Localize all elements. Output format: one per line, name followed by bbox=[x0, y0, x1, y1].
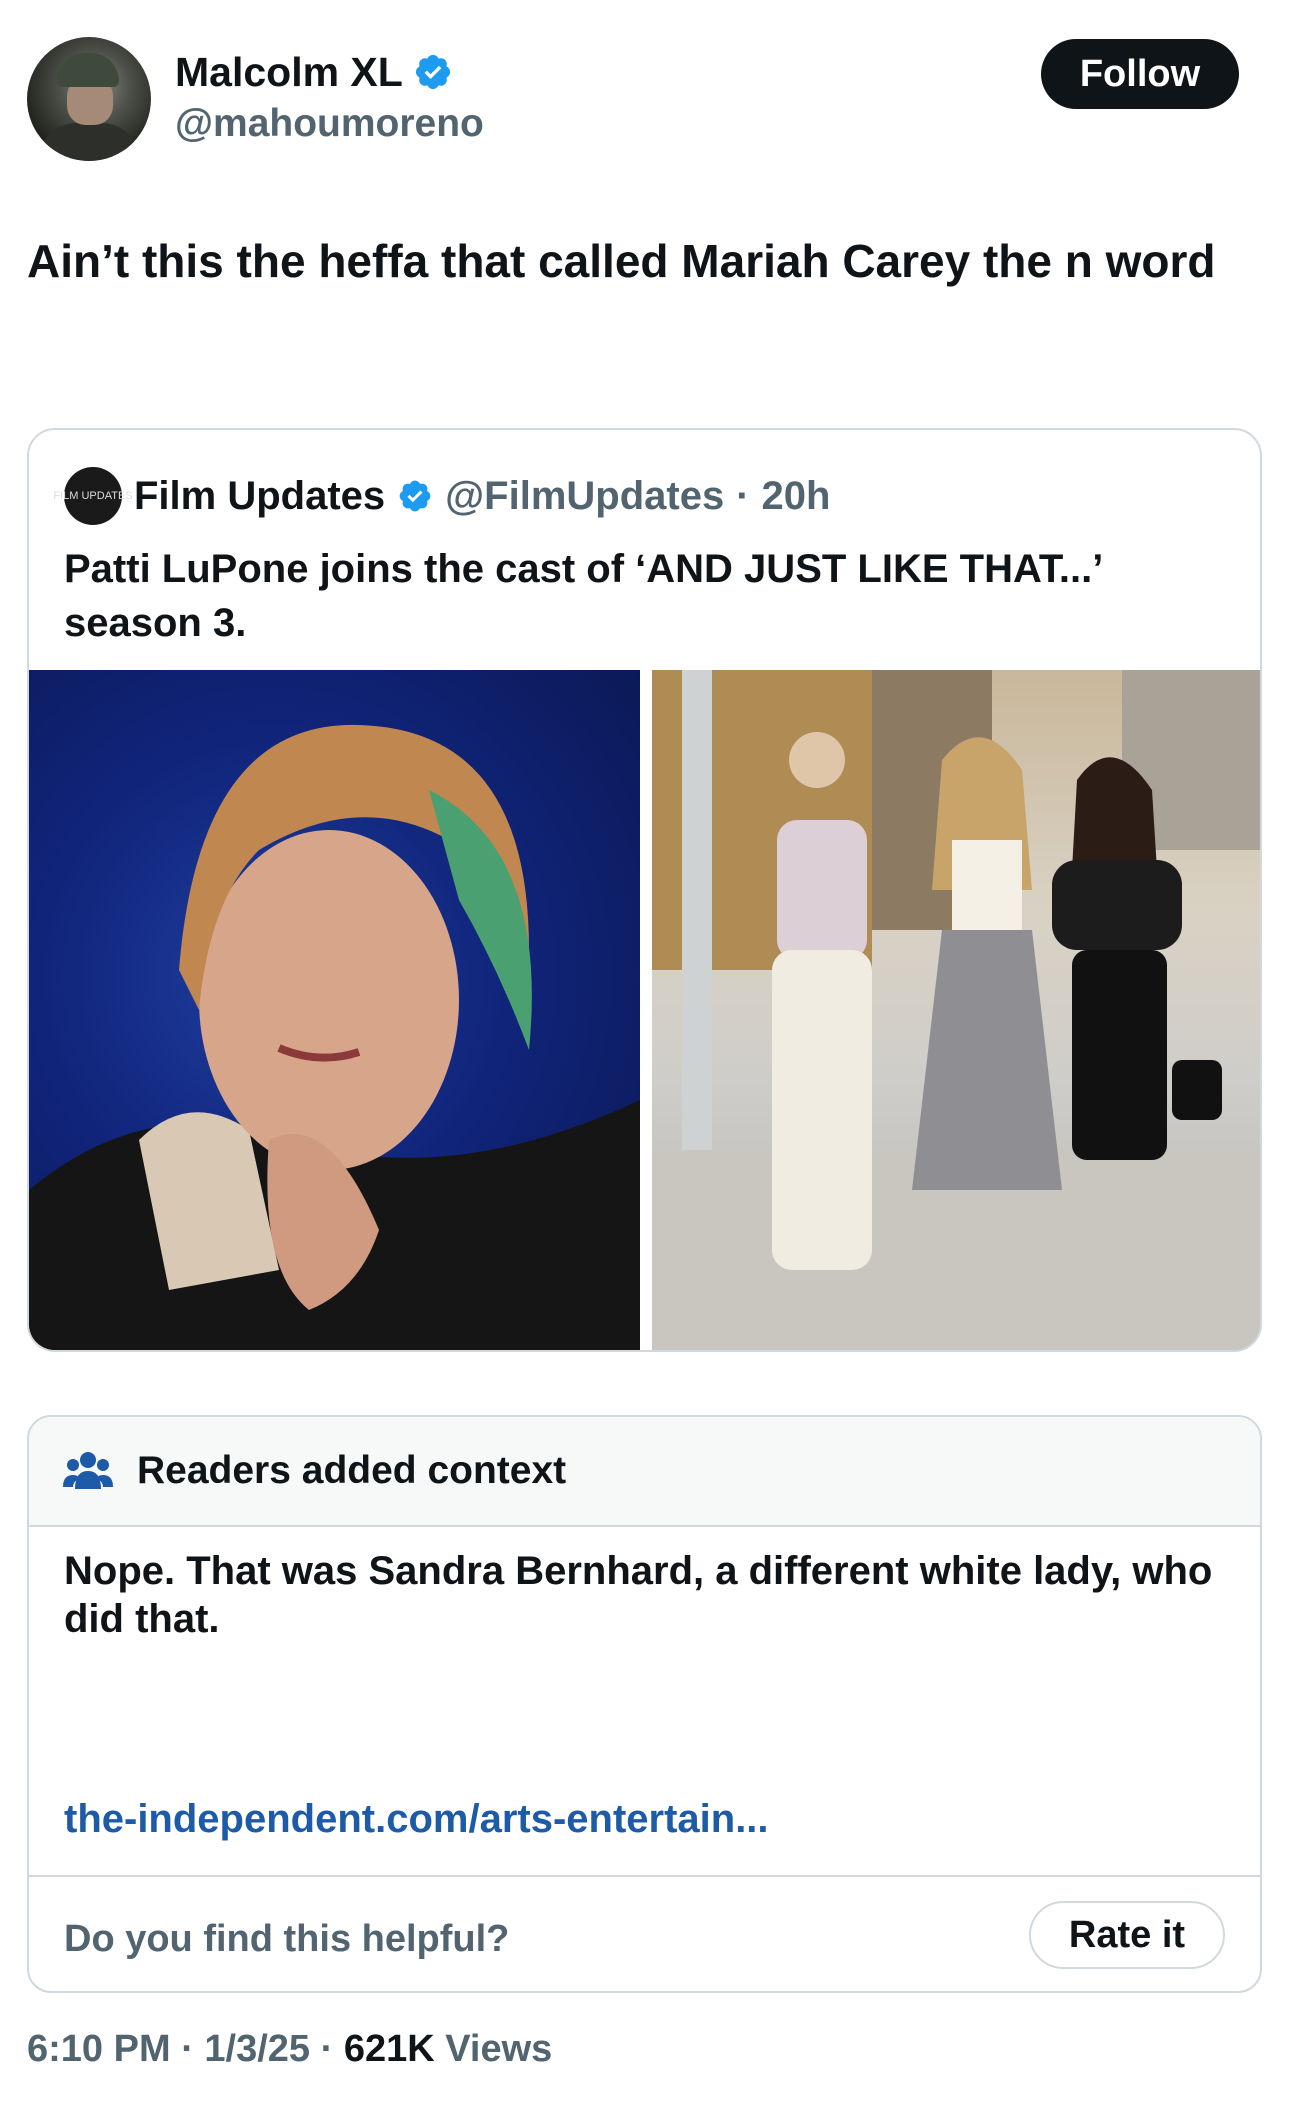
tweet-meta: 6:10 PM · 1/3/25 · 621K Views bbox=[27, 2025, 552, 2073]
tweet-time[interactable]: 6:10 PM bbox=[27, 2028, 171, 2070]
community-note-link[interactable]: the-independent.com/arts-entertain... bbox=[64, 1795, 769, 1843]
community-note-title: Readers added context bbox=[137, 1449, 567, 1492]
quoted-handle[interactable]: @FilmUpdates bbox=[445, 474, 724, 519]
photo-street[interactable] bbox=[652, 670, 1260, 1350]
author-name[interactable]: Malcolm XL bbox=[175, 46, 403, 98]
community-note-header: Readers added context bbox=[29, 1417, 1260, 1527]
helpful-question: Do you find this helpful? bbox=[64, 1918, 510, 1960]
follow-button[interactable]: Follow bbox=[1041, 39, 1239, 109]
verified-badge-icon bbox=[415, 54, 450, 90]
photo-portrait[interactable] bbox=[29, 670, 640, 1350]
quoted-separator: · bbox=[736, 473, 750, 518]
quoted-time[interactable]: 20h bbox=[762, 474, 831, 519]
community-note: Readers added context Nope. That was San… bbox=[27, 1415, 1262, 1993]
verified-badge-icon bbox=[399, 480, 431, 512]
views-label[interactable]: Views bbox=[445, 2028, 552, 2070]
author-handle[interactable]: @mahoumoreno bbox=[175, 100, 484, 148]
street-illustration bbox=[652, 670, 1260, 1350]
quoted-name[interactable]: Film Updates bbox=[134, 474, 385, 519]
tweet-text: Ain’t this the heffa that called Mariah … bbox=[27, 235, 1216, 287]
rate-it-button[interactable]: Rate it bbox=[1029, 1901, 1225, 1969]
quoted-tweet-card[interactable]: FILM UPDATES Film Updates @FilmUpdates ·… bbox=[27, 428, 1262, 1352]
author-avatar[interactable] bbox=[27, 37, 151, 161]
quoted-tweet-header: FILM UPDATES Film Updates @FilmUpdates ·… bbox=[53, 466, 831, 526]
quoted-text: Patti LuPone joins the cast of ‘AND JUST… bbox=[64, 547, 1102, 645]
author-name-row[interactable]: Malcolm XL bbox=[175, 46, 453, 98]
community-note-body: Nope. That was Sandra Bernhard, a differ… bbox=[64, 1549, 1213, 1641]
people-icon bbox=[63, 1452, 113, 1489]
quoted-media[interactable] bbox=[29, 670, 1260, 1350]
portrait-illustration bbox=[29, 724, 640, 1350]
views-count[interactable]: 621K bbox=[344, 2028, 435, 2070]
community-note-footer: Do you find this helpful? Rate it bbox=[29, 1875, 1260, 1991]
meta-separator: · bbox=[320, 2028, 334, 2070]
meta-separator: · bbox=[181, 2028, 194, 2070]
quoted-avatar[interactable]: FILM UPDATES bbox=[53, 467, 133, 525]
tweet-date[interactable]: 1/3/25 bbox=[204, 2028, 310, 2070]
